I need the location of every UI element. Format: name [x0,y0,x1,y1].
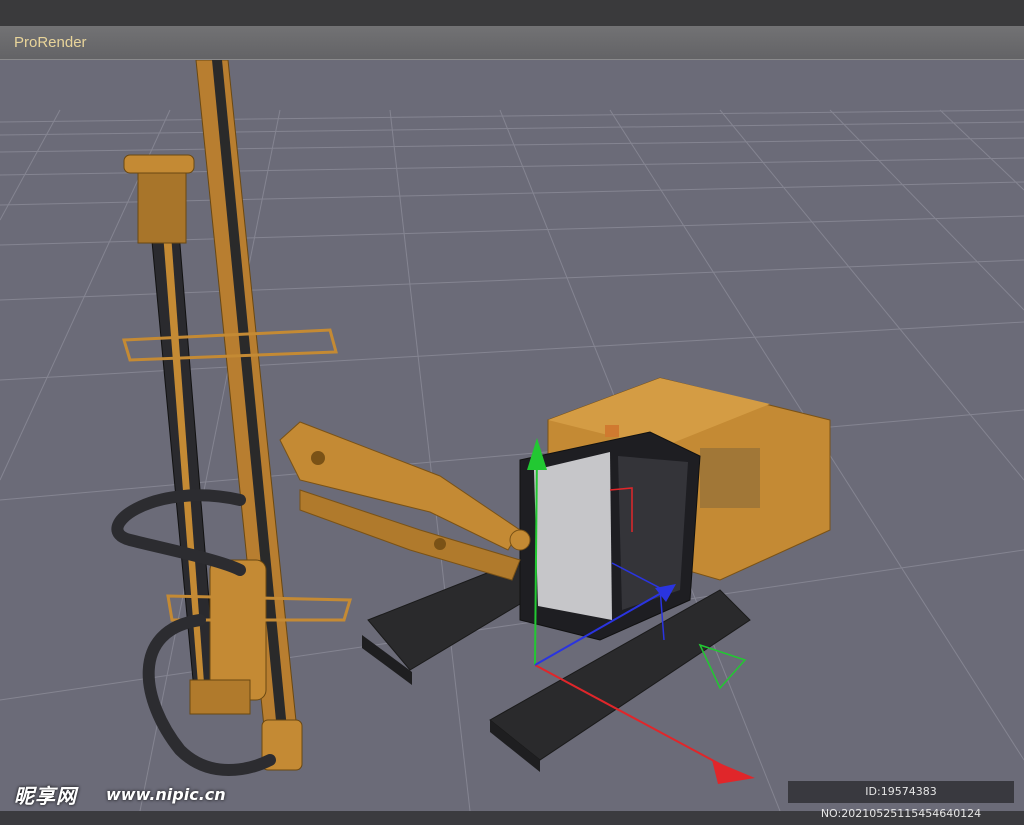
boom-arm [279,421,531,581]
renderer-title: ProRender [14,34,87,51]
render-viewport[interactable] [0,60,1024,811]
top-menu-bar [0,0,1024,26]
gizmo-x-arrow [712,760,755,784]
gizmo-y-arrow [527,438,547,470]
watermark-id-badge: ID:19574383 NO:20210525115454640124 [788,781,1014,820]
drill-mast [122,60,353,771]
operator-cab [519,425,701,641]
watermark-logo: 昵享网 [14,784,77,808]
viewport-title-bar: ProRender [0,26,1024,60]
scene-canvas[interactable] [0,60,1024,811]
watermark-url: www.nipic.cn [106,785,226,804]
